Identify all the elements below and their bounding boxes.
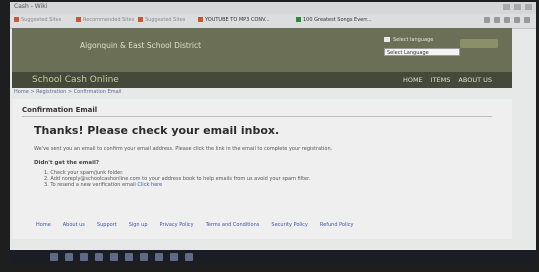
minimize-icon[interactable] <box>503 4 510 10</box>
footer-links: Home About us Support Sign up Privacy Po… <box>36 222 353 228</box>
translate-icon <box>384 37 390 42</box>
bookmark-item[interactable]: YOUTUBE TO MP3 CONV... <box>198 17 270 23</box>
mail-icon[interactable] <box>504 17 510 23</box>
login-button[interactable] <box>460 39 498 48</box>
nav-about-us[interactable]: ABOUT US <box>458 76 492 84</box>
content-panel <box>12 99 512 239</box>
app-icon[interactable] <box>170 253 178 261</box>
bookmarks-bar: Suggested Sites Recommended Sites Sugges… <box>10 14 536 29</box>
divider <box>22 116 492 117</box>
favicon-icon <box>14 17 19 22</box>
bookmark-item[interactable]: Suggested Sites <box>138 17 185 23</box>
page-title: Thanks! Please check your email inbox. <box>34 124 280 137</box>
breadcrumb[interactable]: Home > Registration > Confirmation Email <box>14 89 121 95</box>
site-header: Algonquin & East School District Select … <box>12 28 512 72</box>
taskbar <box>10 250 536 264</box>
footer-link[interactable]: Refund Policy <box>320 222 354 228</box>
bookmark-item[interactable]: Recommended Sites <box>76 17 134 23</box>
list-item: 3. To resend a new verification email Cl… <box>44 182 163 188</box>
favicon-icon <box>138 17 143 22</box>
nav-home[interactable]: HOME <box>403 76 423 84</box>
footer-link[interactable]: About us <box>63 222 85 228</box>
start-icon[interactable] <box>50 253 58 261</box>
footer-link[interactable]: Support <box>97 222 117 228</box>
main-nav: School Cash Online HOME ITEMS ABOUT US <box>12 72 512 88</box>
footer-link[interactable]: Home <box>36 222 51 228</box>
app-icon[interactable] <box>155 253 163 261</box>
youtube-favicon-icon <box>198 17 203 22</box>
favicon-icon <box>296 17 301 22</box>
help-heading: Didn't get the email? <box>34 160 100 166</box>
footer-link[interactable]: Sign up <box>129 222 148 228</box>
resend-link[interactable]: Click here <box>137 182 162 188</box>
favicon-icon <box>76 17 81 22</box>
language-select[interactable]: Select Language <box>384 48 460 56</box>
nav-items[interactable]: ITEMS <box>431 76 451 84</box>
close-icon[interactable] <box>525 4 532 10</box>
home-icon[interactable] <box>484 17 490 23</box>
app-icon[interactable] <box>125 253 133 261</box>
taskbar-icons <box>50 253 193 261</box>
confirmation-message: We've sent you an email to confirm your … <box>34 146 333 152</box>
help-list: 1. Check your spam/junk folder. 2. Add n… <box>44 170 310 188</box>
ie-icon[interactable] <box>65 253 73 261</box>
browser-toolbar-icons <box>484 17 530 23</box>
tools-icon[interactable] <box>524 17 530 23</box>
app-icon[interactable] <box>185 253 193 261</box>
print-icon[interactable] <box>514 17 520 23</box>
footer-link[interactable]: Terms and Conditions <box>206 222 260 228</box>
site-brand[interactable]: School Cash Online <box>32 75 119 85</box>
window-title: Cash - Wiki <box>14 3 48 10</box>
app-icon[interactable] <box>110 253 118 261</box>
footer-link[interactable]: Security Policy <box>271 222 308 228</box>
section-title: Confirmation Email <box>22 106 98 114</box>
district-name: Algonquin & East School District <box>80 41 202 50</box>
browser-titlebar: Cash - Wiki <box>10 2 536 14</box>
maximize-icon[interactable] <box>514 4 521 10</box>
folder-icon[interactable] <box>80 253 88 261</box>
bookmark-item[interactable]: 100 Greatest Songs Everr... <box>296 17 372 23</box>
translate-widget[interactable]: Select language <box>384 37 433 43</box>
nav-links: HOME ITEMS ABOUT US <box>403 76 492 84</box>
app-icon[interactable] <box>140 253 148 261</box>
window-controls <box>503 4 532 10</box>
footer-link[interactable]: Privacy Policy <box>160 222 194 228</box>
feed-icon[interactable] <box>494 17 500 23</box>
bookmark-item[interactable]: Suggested Sites <box>14 17 61 23</box>
media-icon[interactable] <box>95 253 103 261</box>
